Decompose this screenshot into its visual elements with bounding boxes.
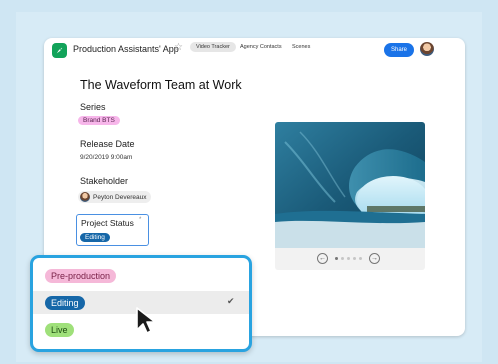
- carousel-dot[interactable]: [359, 257, 362, 260]
- star-icon[interactable]: ☆: [174, 42, 183, 53]
- option-pill: Editing: [45, 296, 85, 310]
- app-logo-icon[interactable]: [52, 43, 67, 58]
- mouse-pointer-icon: [136, 307, 156, 334]
- stakeholder-chip[interactable]: Peyton Devereaux: [78, 191, 152, 203]
- next-arrow-icon[interactable]: →: [369, 253, 380, 264]
- carousel-dot[interactable]: [341, 257, 344, 260]
- release-date-value[interactable]: 9/20/2019 9:00am: [80, 154, 132, 161]
- status-dropdown-menu: Pre-production Editing ✔ Live: [30, 255, 252, 352]
- user-avatar[interactable]: [420, 42, 434, 56]
- project-status-label: Project Status: [81, 218, 134, 228]
- carousel-dot[interactable]: [335, 257, 338, 260]
- series-pill[interactable]: Brand BTS: [78, 116, 120, 125]
- option-pill: Pre-production: [45, 269, 117, 283]
- release-date-label: Release Date: [80, 139, 135, 149]
- image-carousel: ← →: [275, 122, 425, 270]
- carousel-dot[interactable]: [353, 257, 356, 260]
- option-pre-production[interactable]: Pre-production: [33, 264, 249, 287]
- tab-scenes[interactable]: Scenes: [292, 44, 310, 50]
- project-status-value[interactable]: Editing: [80, 233, 110, 242]
- option-pill: Live: [45, 323, 74, 337]
- record-title: The Waveform Team at Work: [80, 78, 242, 92]
- stakeholder-name: Peyton Devereaux: [93, 193, 147, 201]
- required-marker: *: [139, 217, 142, 223]
- stakeholder-avatar: [80, 192, 90, 202]
- rocket-icon: [56, 47, 63, 54]
- checkmark-icon: ✔: [227, 296, 235, 306]
- share-button[interactable]: Share: [384, 43, 414, 57]
- stakeholder-label: Stakeholder: [80, 176, 129, 186]
- wave-photo[interactable]: [275, 122, 425, 248]
- previous-arrow-icon[interactable]: ←: [317, 253, 328, 264]
- carousel-controls: ← →: [275, 248, 425, 270]
- series-label: Series: [80, 102, 106, 112]
- carousel-dot[interactable]: [347, 257, 350, 260]
- tab-video-tracker[interactable]: Video Tracker: [190, 42, 236, 52]
- title-bar: Production Assistants' App ☆ Video Track…: [44, 38, 465, 62]
- project-status-field[interactable]: Project Status * Editing: [76, 214, 149, 246]
- tab-agency-contacts[interactable]: Agency Contacts: [240, 44, 282, 50]
- app-title: Production Assistants' App: [73, 44, 179, 54]
